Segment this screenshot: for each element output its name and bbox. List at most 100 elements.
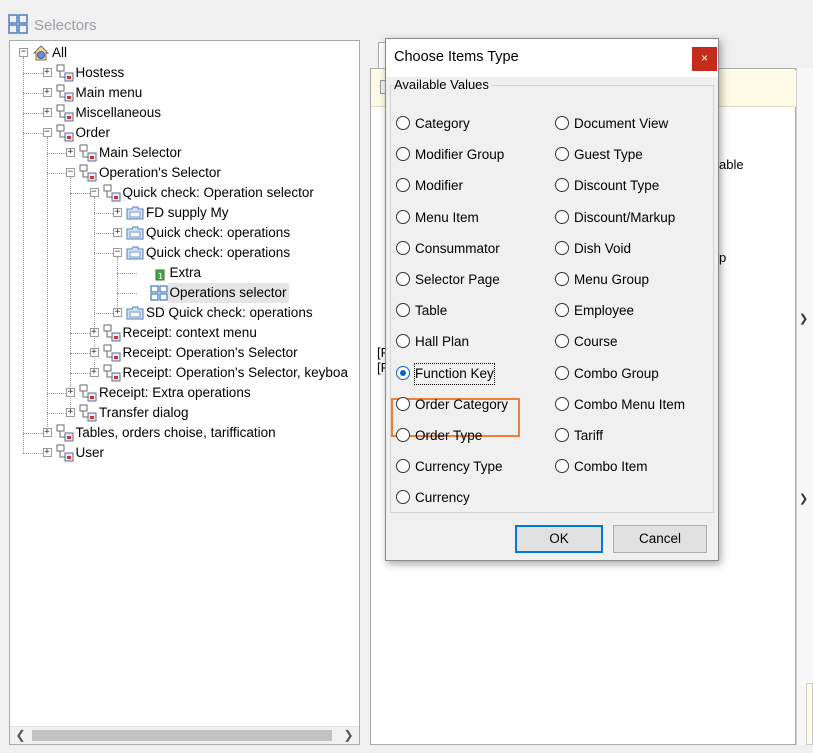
radio-button-icon[interactable] [555, 365, 569, 380]
cancel-button[interactable]: Cancel [613, 525, 707, 553]
expand-icon[interactable]: + [66, 388, 75, 397]
tree-node[interactable]: + SD Quick check: operations [10, 303, 359, 323]
details-vertical-scrollbar[interactable]: ❯ ❯ [796, 68, 813, 745]
item-icon: 1 [150, 264, 168, 282]
collapse-icon[interactable]: − [89, 188, 99, 197]
tree-node[interactable]: − Quick check: operations [10, 243, 359, 263]
tree-node[interactable]: + Main menu [10, 83, 359, 103]
radio-button-icon[interactable] [396, 459, 410, 474]
close-button[interactable]: × [692, 47, 717, 71]
scrollbar-thumb[interactable] [32, 730, 332, 741]
grid-icon [149, 284, 168, 302]
tree-node[interactable]: + Transfer dialog [10, 403, 359, 423]
tree-node[interactable]: + Receipt: Operation's Selector [10, 343, 359, 363]
tree-node[interactable]: + Quick check: operations [10, 223, 359, 243]
tree-connector-line [23, 73, 43, 74]
radio-button-icon[interactable] [555, 459, 569, 474]
collapse-icon[interactable]: − [42, 128, 52, 137]
radio-button-icon[interactable] [555, 209, 569, 224]
scroll-left-arrow-icon[interactable]: ❮ [12, 727, 29, 744]
radio-button-icon[interactable] [396, 209, 410, 224]
expand-icon[interactable]: + [113, 228, 122, 237]
tree-node[interactable]: − Order [10, 123, 359, 143]
radio-button-icon[interactable] [555, 147, 569, 162]
tree-node-label: FD supply My [146, 205, 229, 220]
radio-option-label: Currency [415, 490, 470, 506]
radio-button-icon[interactable] [555, 303, 569, 318]
expand-icon[interactable]: + [42, 68, 52, 77]
scroll-right-arrow-icon[interactable]: ❯ [799, 312, 808, 325]
collapse-icon[interactable]: − [113, 248, 122, 257]
expand-icon[interactable]: + [42, 88, 52, 97]
collapse-icon[interactable]: − [19, 48, 28, 57]
tree-node[interactable]: + Main Selector [10, 143, 359, 163]
radio-button-icon[interactable] [555, 396, 569, 411]
radio-button-icon[interactable] [396, 116, 410, 130]
tree-node[interactable]: + Receipt: Operation's Selector, keyboa [10, 363, 359, 383]
radio-option-label: Table [415, 303, 448, 319]
expand-icon[interactable]: + [42, 448, 52, 457]
partial-label: p [719, 250, 727, 265]
scroll-right-arrow-icon[interactable]: ❯ [799, 492, 808, 505]
tree-node-label: Quick check: operations [146, 245, 291, 260]
tree-node[interactable]: + Miscellaneous [10, 103, 359, 123]
expand-icon[interactable]: + [89, 368, 99, 377]
radio-button-icon[interactable] [396, 272, 410, 286]
ok-button[interactable]: OK [515, 525, 603, 553]
selector-group-icon [79, 404, 97, 422]
collapse-icon[interactable]: − [66, 168, 75, 177]
radio-button-icon[interactable] [396, 147, 410, 162]
tree-horizontal-scrollbar[interactable]: ❮ ❯ [10, 726, 359, 744]
radio-button-icon[interactable] [555, 178, 569, 193]
window-titlebar: Selectors [0, 0, 813, 40]
tree-node[interactable]: 1 Extra [10, 263, 359, 283]
tree-node[interactable]: + Tables, orders choise, tariffication [10, 423, 359, 443]
tree-node[interactable]: − All [10, 43, 359, 63]
tree-node[interactable]: Operations selector [10, 283, 359, 303]
radio-button-icon[interactable] [396, 428, 410, 442]
scroll-right-arrow-icon[interactable]: ❯ [340, 727, 357, 744]
tree-node[interactable]: − Operation's Selector [10, 163, 359, 183]
partial-label: able [719, 157, 744, 172]
radio-button-icon[interactable] [396, 240, 410, 255]
tree-connector-line [93, 253, 113, 254]
expand-icon[interactable]: + [66, 408, 75, 417]
tree-node[interactable]: + FD supply My [10, 203, 359, 223]
selectors-tree[interactable]: ❮ ❯ − All + Hostess + Main menu + Miscellaneous… [9, 40, 360, 745]
radio-button-icon[interactable] [555, 272, 569, 286]
radio-button-icon[interactable] [555, 240, 569, 255]
close-icon[interactable]: × [701, 51, 708, 65]
radio-option-label: Modifier [415, 178, 464, 194]
expand-icon[interactable]: + [113, 308, 122, 317]
selector-group-icon [56, 124, 74, 142]
radio-button-icon[interactable] [396, 334, 410, 349]
tree-node[interactable]: + Receipt: Extra operations [10, 383, 359, 403]
tree-node-label: Transfer dialog [99, 405, 189, 420]
radio-option-label: Order Category [415, 396, 509, 412]
tree-node[interactable]: + Receipt: context menu [10, 323, 359, 343]
radio-option-label: Employee [574, 303, 635, 319]
tree-connector-line [23, 133, 43, 134]
radio-button-icon[interactable] [396, 178, 410, 193]
expand-icon[interactable]: + [42, 428, 52, 437]
expand-icon[interactable]: + [113, 208, 122, 217]
tree-node[interactable]: − Quick check: Operation selector [10, 183, 359, 203]
radio-button-icon[interactable] [555, 428, 569, 442]
tree-node-label: Quick check: Operation selector [122, 185, 314, 200]
radio-button-icon[interactable] [396, 303, 410, 318]
radio-button-icon[interactable] [396, 490, 410, 505]
radio-option-label: Discount/Markup [574, 209, 676, 225]
tree-node[interactable]: + User [10, 443, 359, 463]
tree-node-label: Receipt: Operation's Selector [122, 345, 298, 360]
expand-icon[interactable]: + [89, 348, 99, 357]
tree-node-label: Tables, orders choise, tariffication [75, 425, 276, 440]
expand-icon[interactable]: + [66, 148, 75, 157]
tree-node[interactable]: + Hostess [10, 63, 359, 83]
expand-icon[interactable]: + [89, 328, 99, 337]
radio-option-label: Hall Plan [415, 334, 470, 350]
radio-button-icon[interactable] [555, 116, 569, 130]
radio-button-icon[interactable] [396, 365, 410, 380]
radio-button-icon[interactable] [555, 334, 569, 349]
expand-icon[interactable]: + [42, 108, 52, 117]
radio-button-icon[interactable] [396, 396, 410, 411]
